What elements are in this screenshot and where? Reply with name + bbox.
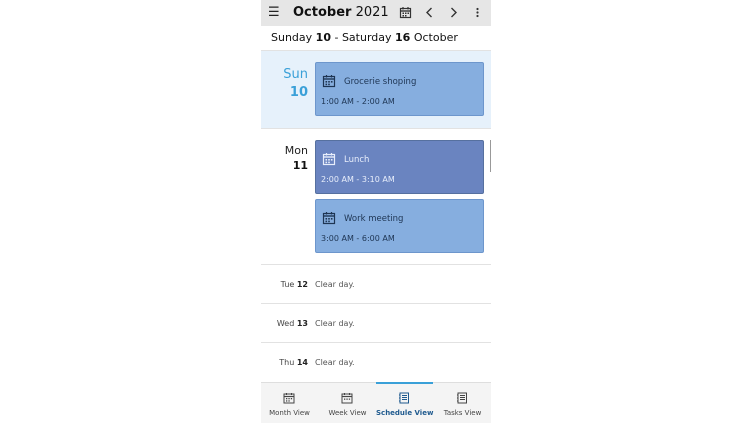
clear-day-text: Clear day. <box>315 319 355 328</box>
day-name: Thu <box>279 358 295 367</box>
day-number: 12 <box>296 280 308 289</box>
calendar-event-icon <box>322 74 336 88</box>
day-name: Tue <box>280 280 295 289</box>
bottom-tab-bar: Month View Week View Schedule View Tasks… <box>261 382 491 423</box>
tab-schedule-view[interactable]: Schedule View <box>376 382 434 423</box>
tab-label: Schedule View <box>376 409 434 417</box>
day-label: Wed 13 <box>277 319 308 328</box>
day-row-tue[interactable]: Tue 12 Clear day. <box>261 265 491 303</box>
month-name: October <box>293 5 352 20</box>
year: 2021 <box>355 5 389 20</box>
more-vertical-icon[interactable] <box>471 6 485 20</box>
event-card[interactable]: Grocerie shoping 1:00 AM - 2:00 AM <box>315 62 484 116</box>
day-label: Tue 12 <box>281 280 308 289</box>
month-title[interactable]: October 2021 <box>293 5 389 21</box>
range-start-num: 10 <box>315 31 331 44</box>
day-row-sun[interactable]: Sun 10 Grocerie shoping 1:00 AM - 2:00 A… <box>261 51 491 128</box>
event-card[interactable]: Work meeting 3:00 AM - 6:00 AM <box>315 199 484 253</box>
hamburger-menu-icon[interactable]: ☰ <box>268 6 280 20</box>
schedule-list-icon <box>398 392 410 404</box>
tab-tasks-view[interactable]: Tasks View <box>434 383 491 423</box>
range-start-day: Sunday <box>271 31 313 44</box>
day-row-mon[interactable]: Mon 11 Lunch 2:00 AM - 3:10 AM Work meet… <box>261 129 491 264</box>
event-time: 3:00 AM - 6:00 AM <box>321 234 395 243</box>
calendar-month-icon <box>283 392 295 404</box>
day-number: 10 <box>289 85 308 100</box>
tab-month-view[interactable]: Month View <box>261 383 318 423</box>
event-title: Work meeting <box>344 214 404 224</box>
range-end-num: 16 <box>395 31 411 44</box>
day-row-wed[interactable]: Wed 13 Clear day. <box>261 304 491 342</box>
tab-label: Tasks View <box>443 409 482 417</box>
tab-label: Week View <box>328 409 367 417</box>
event-card[interactable]: Lunch 2:00 AM - 3:10 AM <box>315 140 484 194</box>
day-label: Thu 14 <box>279 358 308 367</box>
event-title: Grocerie shoping <box>344 77 417 87</box>
week-range-text: Sunday 10 - Saturday 16 October <box>271 31 458 44</box>
day-name: Sun <box>283 67 308 82</box>
clear-day-text: Clear day. <box>315 280 355 289</box>
tasks-list-icon <box>456 392 468 404</box>
day-row-thu[interactable]: Thu 14 Clear day. <box>261 343 491 381</box>
day-name: Wed <box>276 319 295 328</box>
event-time: 2:00 AM - 3:10 AM <box>321 175 395 184</box>
calendar-app: ☰ October 2021 Sunday 10 - Saturday 16 O… <box>261 0 491 423</box>
scrollbar[interactable] <box>490 140 491 172</box>
app-header: ☰ October 2021 <box>261 0 491 26</box>
day-number: 11 <box>292 159 308 172</box>
range-separator: - <box>330 31 342 44</box>
day-name: Mon <box>284 144 308 157</box>
chevron-left-icon[interactable] <box>423 6 437 20</box>
week-range-bar: Sunday 10 - Saturday 16 October <box>261 26 491 51</box>
event-time: 1:00 AM - 2:00 AM <box>321 97 395 106</box>
calendar-week-icon <box>341 392 353 404</box>
clear-day-text: Clear day. <box>315 358 355 367</box>
calendar-icon[interactable] <box>399 6 413 20</box>
calendar-event-icon <box>322 211 336 225</box>
tab-week-view[interactable]: Week View <box>319 383 376 423</box>
day-number: 13 <box>296 319 308 328</box>
tab-label: Month View <box>269 409 310 417</box>
range-month: October <box>413 31 458 44</box>
event-title: Lunch <box>344 155 370 165</box>
day-number: 14 <box>296 358 308 367</box>
calendar-event-icon <box>322 152 336 166</box>
range-end-day: Saturday <box>341 31 392 44</box>
chevron-right-icon[interactable] <box>447 6 461 20</box>
